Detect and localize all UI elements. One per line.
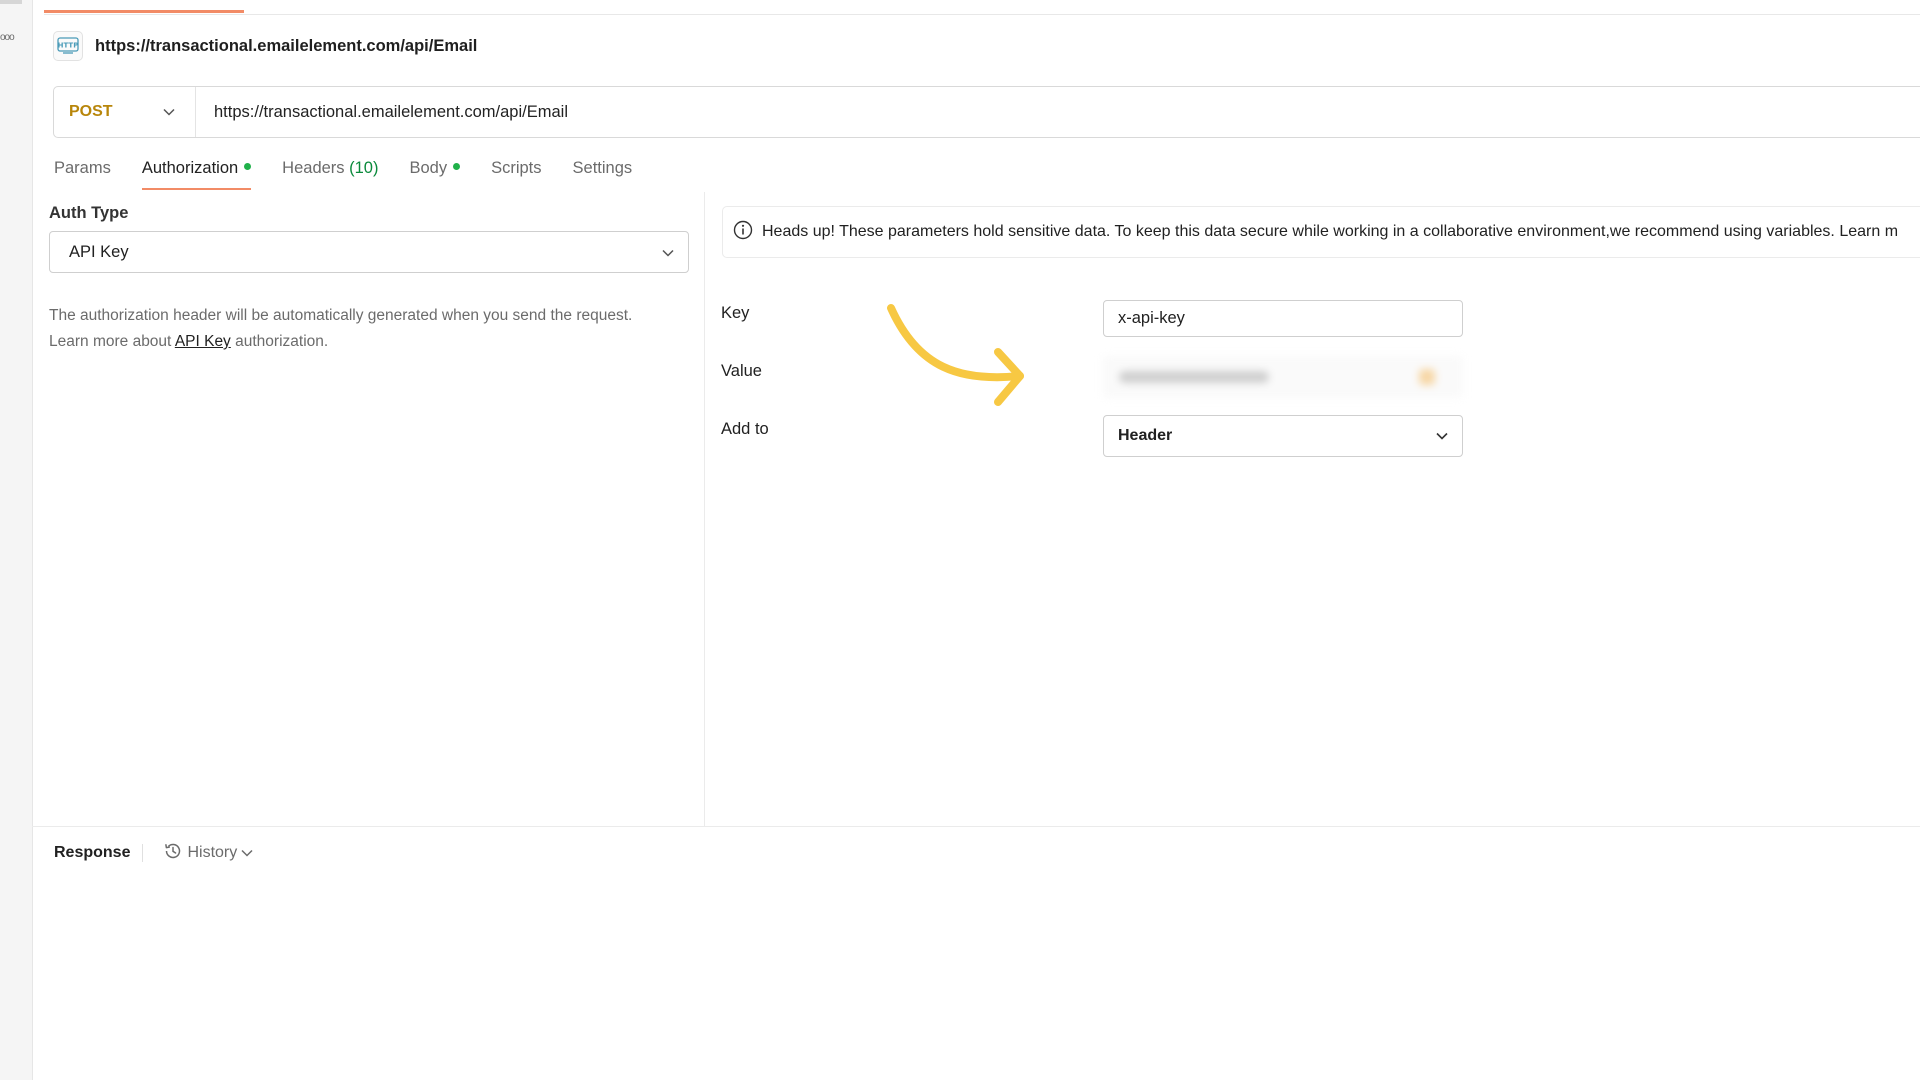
tab-params-label: Params: [54, 159, 111, 177]
history-button[interactable]: History: [163, 841, 253, 866]
auth-type-value: API Key: [69, 242, 129, 261]
history-icon: [163, 841, 183, 866]
auth-description-line1: The authorization header will be automat…: [49, 307, 633, 324]
tab-body[interactable]: Body: [409, 156, 461, 192]
url-bar: POST https://transactional.emailelement.…: [53, 86, 1920, 138]
auth-desc-prefix: Learn more about: [49, 333, 175, 350]
chevron-down-icon: [662, 243, 674, 262]
auth-description: The authorization header will be automat…: [49, 303, 689, 355]
http-icon: HTTP: [53, 31, 83, 61]
url-input[interactable]: https://transactional.emailelement.com/a…: [196, 103, 568, 122]
add-to-label: Add to: [721, 420, 769, 438]
chevron-down-icon: [241, 844, 253, 862]
tab-params[interactable]: Params: [54, 156, 111, 192]
active-request-tab-indicator: [44, 10, 244, 13]
method-select[interactable]: POST: [54, 87, 196, 137]
key-label: Key: [721, 304, 750, 322]
chevron-down-icon: [163, 103, 175, 121]
request-tab-strip: [44, 0, 1920, 15]
tab-scripts[interactable]: Scripts: [491, 156, 541, 192]
request-title[interactable]: https://transactional.emailelement.com/a…: [95, 37, 477, 56]
auth-type-label: Auth Type: [49, 204, 129, 222]
tab-settings-label: Settings: [572, 159, 633, 177]
response-bar: Response History: [54, 838, 253, 868]
annotation-arrow-icon: [887, 304, 1024, 406]
headers-count: (10): [349, 159, 379, 177]
redacted-value-icon: [1419, 369, 1435, 385]
request-tabs: Params Authorization Headers (10) Body S…: [54, 156, 663, 192]
value-input-redacted[interactable]: [1103, 356, 1463, 398]
sensitive-data-banner: Heads up! These parameters hold sensitiv…: [722, 206, 1920, 258]
authorization-status-dot: [244, 163, 252, 171]
redacted-value-bar: [1119, 371, 1269, 383]
value-label: Value: [721, 362, 762, 380]
left-sidebar-strip: ooo: [0, 0, 33, 1080]
tab-body-label: Body: [409, 159, 448, 177]
info-icon: [733, 220, 753, 245]
sidebar-top-marker: [0, 0, 22, 4]
response-label: Response: [54, 844, 131, 861]
request-header: HTTP https://transactional.emailelement.…: [53, 30, 477, 62]
banner-text: Heads up! These parameters hold sensitiv…: [762, 223, 1899, 240]
response-divider[interactable]: [32, 826, 1920, 827]
add-to-select[interactable]: Header: [1103, 415, 1463, 457]
tab-headers-label: Headers: [282, 159, 345, 177]
tab-scripts-label: Scripts: [491, 159, 542, 177]
method-label: POST: [69, 103, 113, 120]
tab-headers[interactable]: Headers (10): [282, 156, 378, 192]
panel-divider[interactable]: [704, 192, 705, 826]
tab-authorization-label: Authorization: [141, 159, 239, 177]
tab-authorization[interactable]: Authorization: [141, 156, 252, 192]
more-dots-icon[interactable]: ooo: [0, 32, 15, 43]
tab-settings[interactable]: Settings: [573, 156, 633, 192]
add-to-value: Header: [1118, 427, 1173, 444]
history-label: History: [187, 844, 238, 861]
api-key-docs-link[interactable]: API Key: [175, 333, 231, 350]
svg-text:HTTP: HTTP: [58, 42, 79, 50]
auth-desc-suffix: authorization.: [230, 333, 329, 350]
body-status-dot: [453, 163, 461, 171]
auth-type-select[interactable]: API Key: [49, 231, 689, 273]
auth-description-line2: Learn more about API Key authorization.: [49, 329, 689, 355]
key-input[interactable]: x-api-key: [1103, 300, 1463, 337]
chevron-down-icon: [1436, 427, 1448, 445]
response-separator: [142, 844, 144, 862]
